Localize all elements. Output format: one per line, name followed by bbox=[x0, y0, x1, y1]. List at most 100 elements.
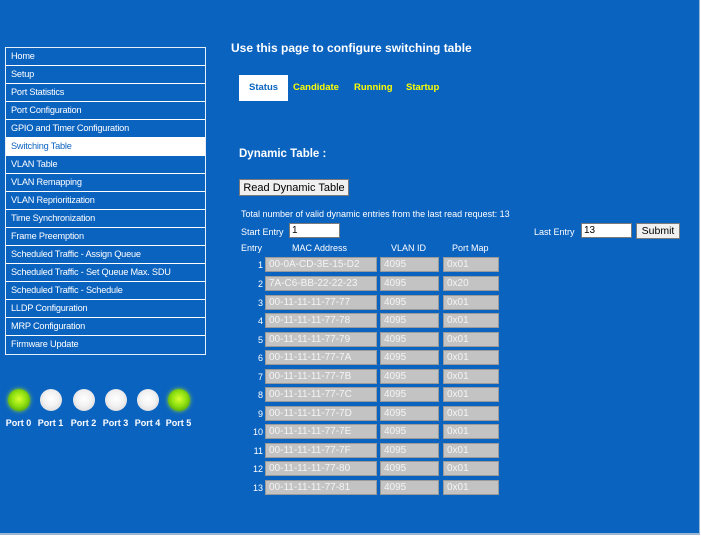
sidebar-item-frame-preemption[interactable]: Frame Preemption bbox=[6, 228, 205, 246]
port-label: Port 0 bbox=[5, 418, 32, 428]
port-label: Port 5 bbox=[165, 418, 192, 428]
sidebar-item-home[interactable]: Home bbox=[6, 48, 205, 66]
port-label: Port 3 bbox=[102, 418, 129, 428]
entry-number: 7 bbox=[257, 372, 263, 382]
mac-address-field: 00-11-11-11-77-81 bbox=[265, 480, 377, 495]
port-5: Port 5 bbox=[163, 389, 194, 428]
port-map-field: 0x01 bbox=[443, 461, 499, 476]
led-off-icon bbox=[39, 389, 62, 411]
sidebar-item-lldp-configuration[interactable]: LLDP Configuration bbox=[6, 300, 205, 318]
sidebar-item-scheduled-assign-queue[interactable]: Scheduled Traffic - Assign Queue bbox=[6, 246, 205, 264]
column-header-mac: MAC Address bbox=[292, 243, 348, 253]
sidebar-item-mrp-configuration[interactable]: MRP Configuration bbox=[6, 318, 205, 336]
start-entry-input[interactable] bbox=[289, 223, 340, 238]
vlan-id-field: 4095 bbox=[380, 276, 439, 291]
entry-number: 8 bbox=[257, 390, 263, 400]
tab-candidate[interactable]: Candidate bbox=[293, 75, 339, 101]
sidebar-item-vlan-remapping[interactable]: VLAN Remapping bbox=[6, 174, 205, 192]
port-map-field: 0x01 bbox=[443, 257, 499, 272]
mac-address-field: 00-11-11-11-77-79 bbox=[265, 332, 377, 347]
entry-number: 11 bbox=[253, 446, 263, 456]
port-map-field: 0x01 bbox=[443, 480, 499, 495]
vlan-id-field: 4095 bbox=[380, 257, 439, 272]
column-header-entry: Entry bbox=[241, 243, 263, 253]
page-title: Use this page to configure switching tab… bbox=[231, 41, 472, 55]
port-1: Port 1 bbox=[35, 389, 66, 428]
vlan-id-field: 4095 bbox=[380, 295, 439, 310]
vlan-id-field: 4095 bbox=[380, 406, 439, 421]
mac-address-field: 00-11-11-11-77-7E bbox=[265, 424, 377, 439]
port-map-field: 0x01 bbox=[443, 313, 499, 328]
vlan-id-field: 4095 bbox=[380, 369, 439, 384]
vlan-id-field: 4095 bbox=[380, 313, 439, 328]
mac-address-field: 00-11-11-11-77-7B bbox=[265, 369, 377, 384]
port-label: Port 2 bbox=[70, 418, 97, 428]
column-header-vlan: VLAN ID bbox=[391, 243, 427, 253]
last-entry-input[interactable] bbox=[581, 223, 632, 238]
mac-address-field: 00-11-11-11-77-7F bbox=[265, 443, 377, 458]
vlan-id-field: 4095 bbox=[380, 443, 439, 458]
entry-number: 6 bbox=[257, 353, 263, 363]
sidebar-item-vlan-reprioritization[interactable]: VLAN Reprioritization bbox=[6, 192, 205, 210]
sidebar-item-scheduled-schedule[interactable]: Scheduled Traffic - Schedule bbox=[6, 282, 205, 300]
port-map-field: 0x01 bbox=[443, 350, 499, 365]
port-0: Port 0 bbox=[3, 389, 34, 428]
entry-number: 4 bbox=[257, 316, 263, 326]
sidebar-item-switching-table[interactable]: Switching Table bbox=[6, 138, 205, 156]
entry-number: 12 bbox=[252, 464, 263, 474]
sidebar-item-port-statistics[interactable]: Port Statistics bbox=[6, 84, 205, 102]
led-off-icon bbox=[136, 389, 159, 411]
port-map-field: 0x01 bbox=[443, 406, 499, 421]
tab-status[interactable]: Status bbox=[239, 75, 289, 101]
mac-address-field: 00-11-11-11-77-7D bbox=[265, 406, 377, 421]
port-map-field: 0x01 bbox=[443, 295, 499, 310]
port-map-field: 0x01 bbox=[443, 443, 499, 458]
led-off-icon bbox=[72, 389, 95, 411]
led-off-icon bbox=[104, 389, 127, 411]
page-background: Home Setup Port Statistics Port Configur… bbox=[0, 0, 700, 535]
mac-address-field: 7A-C6-BB-22-22-23 bbox=[265, 276, 377, 291]
mac-address-field: 00-11-11-11-77-77 bbox=[265, 295, 377, 310]
sidebar-item-time-synchronization[interactable]: Time Synchronization bbox=[6, 210, 205, 228]
sidebar-item-gpio-timer[interactable]: GPIO and Timer Configuration bbox=[6, 120, 205, 138]
port-3: Port 3 bbox=[100, 389, 131, 428]
entry-number: 1 bbox=[257, 260, 263, 270]
vlan-id-field: 4095 bbox=[380, 332, 439, 347]
sidebar-item-setup[interactable]: Setup bbox=[6, 66, 205, 84]
column-header-portmap: Port Map bbox=[452, 243, 489, 253]
sidebar-item-vlan-table[interactable]: VLAN Table bbox=[6, 156, 205, 174]
tab-running[interactable]: Running bbox=[354, 75, 393, 101]
entry-number: 5 bbox=[257, 335, 263, 345]
vlan-id-field: 4095 bbox=[380, 350, 439, 365]
read-dynamic-table-button[interactable]: Read Dynamic Table bbox=[239, 179, 349, 196]
vlan-id-field: 4095 bbox=[380, 424, 439, 439]
sidebar-nav: Home Setup Port Statistics Port Configur… bbox=[5, 47, 206, 355]
entry-number: 10 bbox=[252, 427, 263, 437]
start-entry-label: Start Entry bbox=[241, 227, 284, 237]
port-4: Port 4 bbox=[132, 389, 163, 428]
port-map-field: 0x01 bbox=[443, 387, 499, 402]
port-label: Port 4 bbox=[134, 418, 161, 428]
port-label: Port 1 bbox=[37, 418, 64, 428]
port-map-field: 0x01 bbox=[443, 424, 499, 439]
port-map-field: 0x01 bbox=[443, 369, 499, 384]
entry-number: 3 bbox=[257, 298, 263, 308]
mac-address-field: 00-11-11-11-77-80 bbox=[265, 461, 377, 476]
mac-address-field: 00-0A-CD-3E-15-D2 bbox=[265, 257, 377, 272]
sidebar-item-firmware-update[interactable]: Firmware Update bbox=[6, 336, 205, 354]
led-on-icon bbox=[167, 389, 190, 411]
vlan-id-field: 4095 bbox=[380, 480, 439, 495]
mac-address-field: 00-11-11-11-77-78 bbox=[265, 313, 377, 328]
mac-address-field: 00-11-11-11-77-7C bbox=[265, 387, 377, 402]
mac-address-field: 00-11-11-11-77-7A bbox=[265, 350, 377, 365]
port-map-field: 0x20 bbox=[443, 276, 499, 291]
tab-startup[interactable]: Startup bbox=[406, 75, 439, 101]
total-entries-text: Total number of valid dynamic entries fr… bbox=[241, 209, 510, 219]
entry-number: 9 bbox=[257, 409, 263, 419]
port-2: Port 2 bbox=[68, 389, 99, 428]
section-title: Dynamic Table : bbox=[239, 148, 327, 160]
sidebar-item-port-configuration[interactable]: Port Configuration bbox=[6, 102, 205, 120]
sidebar-item-scheduled-max-sdu[interactable]: Scheduled Traffic - Set Queue Max. SDU bbox=[6, 264, 205, 282]
vlan-id-field: 4095 bbox=[380, 461, 439, 476]
submit-button[interactable]: Submit bbox=[636, 223, 680, 239]
